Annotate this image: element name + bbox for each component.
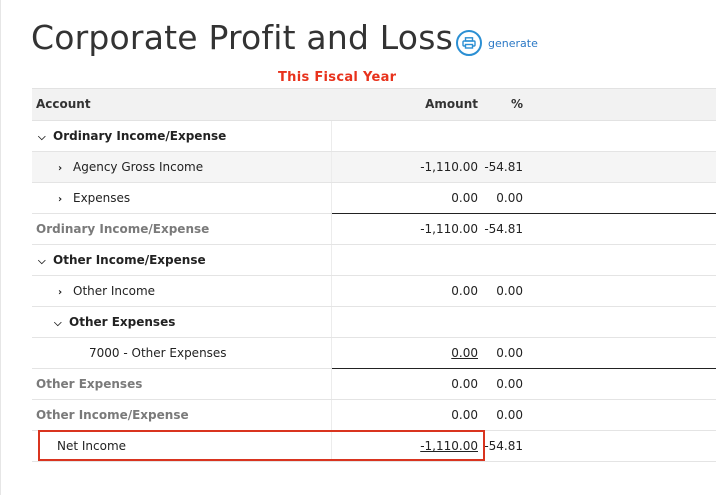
row-percent: -54.81 bbox=[484, 222, 523, 236]
row-label: Other Income/Expense bbox=[36, 408, 189, 422]
row-net-income: Net Income -1,110.00 -54.81 bbox=[32, 431, 716, 462]
row-percent: 0.00 bbox=[496, 191, 523, 205]
chevron-down-icon[interactable]: ⌵ bbox=[38, 132, 48, 143]
row-total-ordinary-income-expense: Ordinary Income/Expense -1,110.00 -54.81 bbox=[32, 213, 716, 245]
row-percent: -54.81 bbox=[484, 160, 523, 174]
left-border bbox=[0, 0, 1, 495]
row-other-expenses-group[interactable]: ⌵ Other Expenses bbox=[32, 307, 716, 338]
generate-control[interactable]: generate bbox=[456, 30, 538, 56]
row-label: Other Expenses bbox=[69, 315, 176, 329]
column-account: Account bbox=[36, 97, 91, 111]
row-expenses[interactable]: › Expenses 0.00 0.00 bbox=[32, 183, 716, 214]
profit-loss-table: Account Amount % ⌵ Ordinary Income/Expens… bbox=[32, 88, 716, 462]
chevron-down-icon[interactable]: ⌵ bbox=[38, 256, 48, 267]
row-percent: -54.81 bbox=[484, 439, 523, 453]
column-percent: % bbox=[510, 97, 523, 111]
page-title: Corporate Profit and Loss bbox=[31, 18, 453, 57]
total-line bbox=[332, 213, 716, 214]
row-amount: 0.00 bbox=[451, 408, 478, 422]
chevron-right-icon[interactable]: › bbox=[58, 194, 68, 205]
row-percent: 0.00 bbox=[496, 284, 523, 298]
row-amount: 0.00 bbox=[451, 284, 478, 298]
row-other-income[interactable]: › Other Income 0.00 0.00 bbox=[32, 276, 716, 307]
row-agency-gross-income[interactable]: › Agency Gross Income -1,110.00 -54.81 bbox=[32, 152, 716, 183]
row-label: Other Income bbox=[73, 284, 156, 298]
row-label: Ordinary Income/Expense bbox=[36, 222, 210, 236]
row-percent: 0.00 bbox=[496, 408, 523, 422]
row-label: Other Expenses bbox=[36, 377, 143, 391]
row-ordinary-income-expense[interactable]: ⌵ Ordinary Income/Expense bbox=[32, 121, 716, 152]
row-label: Net Income bbox=[57, 439, 127, 453]
total-line bbox=[332, 368, 716, 369]
row-label: Other Income/Expense bbox=[53, 253, 206, 267]
row-total-other-expenses: Other Expenses 0.00 0.00 bbox=[32, 368, 716, 400]
chevron-down-icon[interactable]: ⌵ bbox=[54, 318, 64, 329]
row-amount: 0.00 bbox=[451, 191, 478, 205]
row-label: 7000 - Other Expenses bbox=[89, 346, 227, 360]
row-amount: 0.00 bbox=[451, 377, 478, 391]
row-amount: -1,110.00 bbox=[420, 222, 478, 236]
chevron-right-icon[interactable]: › bbox=[58, 287, 68, 298]
report-period: This Fiscal Year bbox=[278, 70, 397, 85]
column-amount: Amount bbox=[425, 97, 478, 111]
row-percent: 0.00 bbox=[496, 377, 523, 391]
printer-icon[interactable] bbox=[456, 30, 482, 56]
row-7000-other-expenses[interactable]: 7000 - Other Expenses 0.00 0.00 bbox=[32, 338, 716, 369]
net-income-amount-link[interactable]: -1,110.00 bbox=[420, 439, 478, 453]
row-label: Ordinary Income/Expense bbox=[53, 129, 227, 143]
row-label: Expenses bbox=[73, 191, 131, 205]
row-total-other-income-expense: Other Income/Expense 0.00 0.00 bbox=[32, 400, 716, 431]
row-amount: -1,110.00 bbox=[420, 160, 478, 174]
generate-link[interactable]: generate bbox=[488, 37, 538, 50]
row-amount-link[interactable]: 0.00 bbox=[451, 346, 478, 360]
row-percent: 0.00 bbox=[496, 346, 523, 360]
chevron-right-icon[interactable]: › bbox=[58, 163, 68, 174]
row-label: Agency Gross Income bbox=[73, 160, 204, 174]
table-header: Account Amount % bbox=[32, 88, 716, 121]
row-other-income-expense[interactable]: ⌵ Other Income/Expense bbox=[32, 245, 716, 276]
